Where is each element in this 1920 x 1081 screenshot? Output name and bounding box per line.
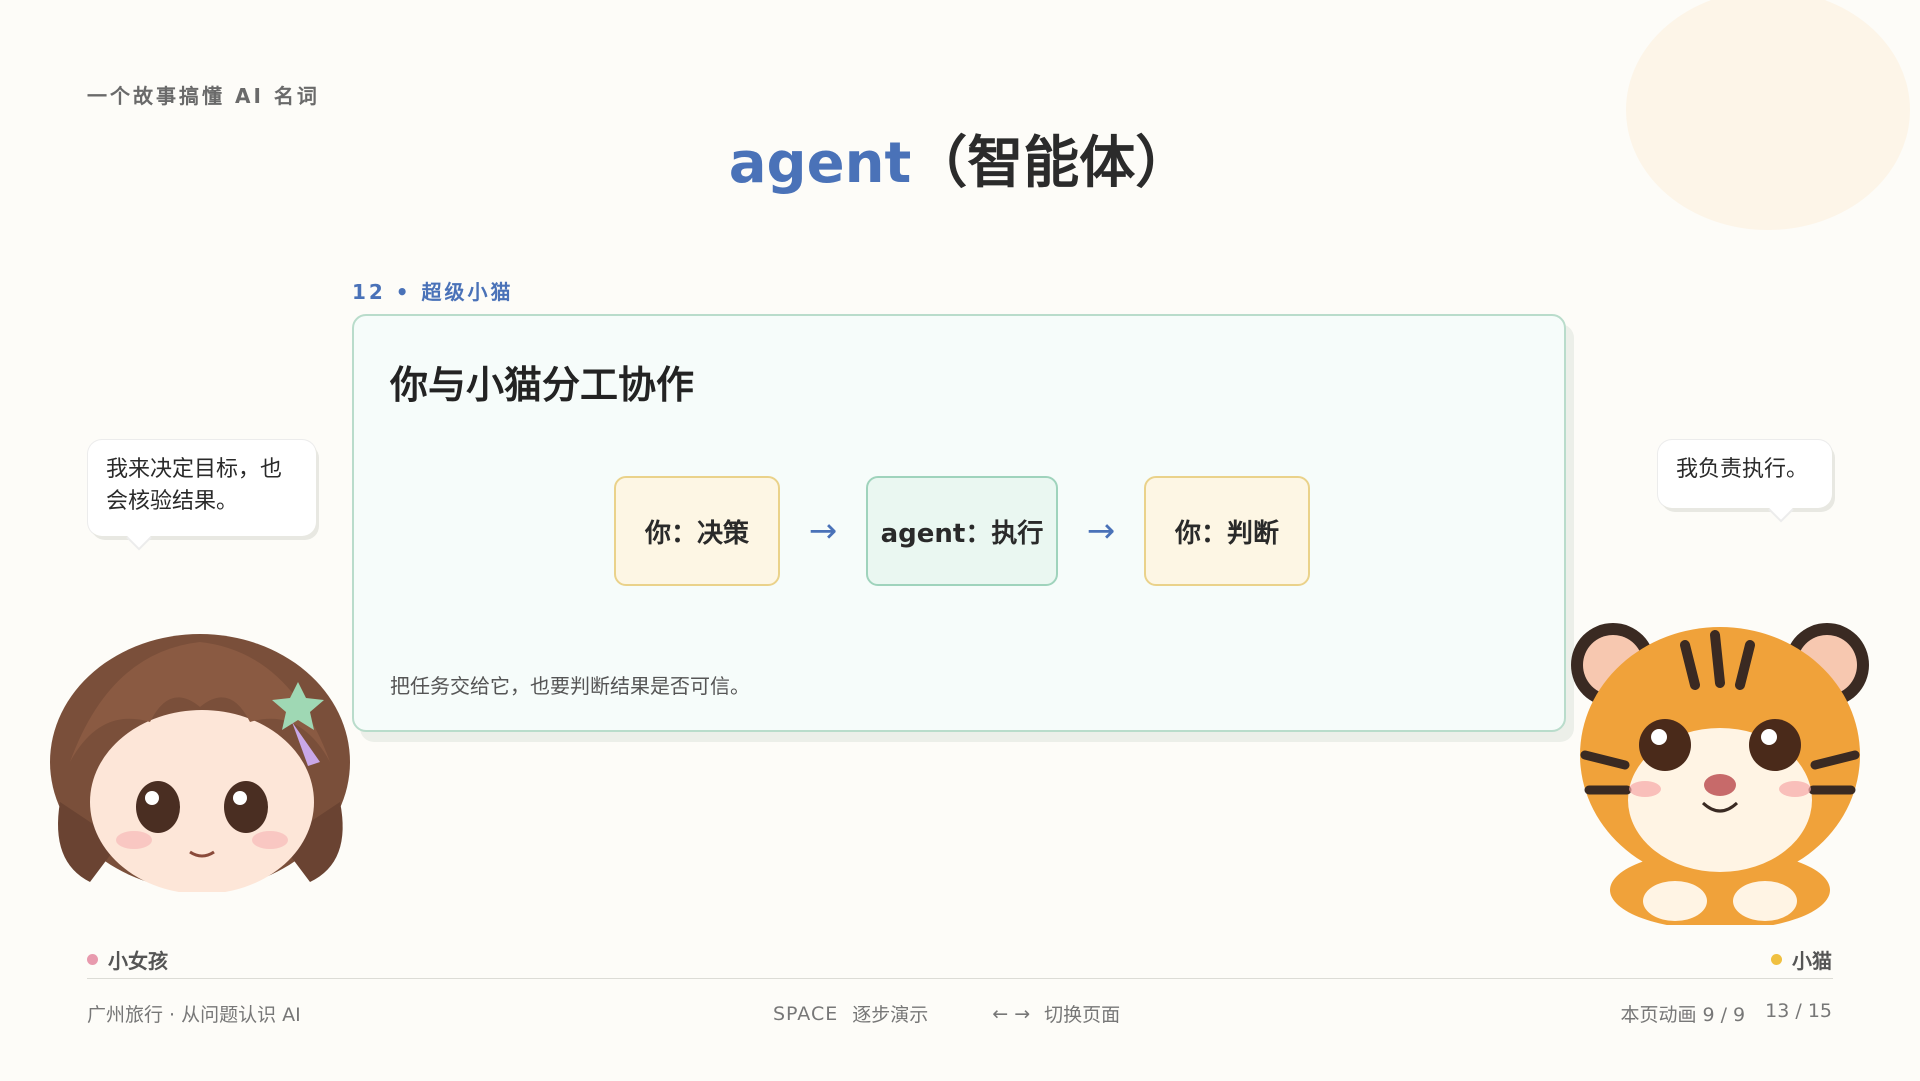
arrows-action-label: 切换页面 — [1044, 1004, 1121, 1026]
series-label: 一个故事搞懂 AI 名词 — [87, 84, 320, 108]
workflow-diagram: 你：决策 → agent：执行 → 你：判断 — [614, 476, 1310, 586]
arrow-right-icon: → — [808, 511, 838, 551]
step-you-decide: 你：决策 — [614, 476, 780, 586]
slide-title: agent（智能体） — [0, 118, 1920, 199]
title-english: agent — [728, 131, 912, 196]
footer-divider — [87, 978, 1833, 979]
tiger-avatar-icon — [1571, 623, 1869, 925]
card-note: 把任务交给它，也要判断结果是否可信。 — [390, 674, 750, 698]
arrow-right-icon: → — [1086, 511, 1116, 551]
section-label: 12 • 超级小猫 — [352, 280, 514, 304]
tiger-legend: 小猫 — [1771, 945, 1832, 974]
tiger-speech-bubble: 我负责执行。 — [1658, 440, 1832, 520]
card-title: 你与小猫分工协作 — [390, 363, 695, 407]
bubble-tail — [126, 522, 152, 548]
tiger-name: 小猫 — [1792, 949, 1832, 973]
animation-progress: 本页动画 9 / 9 — [1620, 1004, 1746, 1026]
tiger-speech-text: 我负责执行。 — [1676, 457, 1809, 482]
step-agent-execute: agent：执行 — [866, 476, 1058, 586]
space-key-hint[interactable]: SPACE — [773, 1003, 838, 1025]
content-card: 你与小猫分工协作 你：决策 → agent：执行 → 你：判断 把任务交给它，也… — [352, 314, 1566, 732]
slide: 一个故事搞懂 AI 名词 agent（智能体） 12 • 超级小猫 你与小猫分工… — [0, 0, 1920, 1081]
girl-speech-text: 我来决定目标，也会核验结果。 — [106, 457, 283, 514]
page-progress: 13 / 15 — [1765, 1000, 1832, 1022]
title-chinese: （智能体） — [911, 131, 1192, 196]
progress-indicators: 本页动画 9 / 9 13 / 15 — [1620, 1000, 1832, 1027]
girl-avatar-icon — [50, 634, 350, 892]
girl-speech-bubble: 我来决定目标，也会核验结果。 — [88, 440, 316, 548]
tiger-dot-icon — [1771, 954, 1782, 965]
arrow-keys-icon[interactable]: ← → — [992, 1003, 1030, 1025]
space-action-label: 逐步演示 — [852, 1004, 929, 1026]
girl-name: 小女孩 — [108, 949, 168, 973]
step-you-judge: 你：判断 — [1144, 476, 1310, 586]
deck-name: 广州旅行 · 从问题认识 AI — [87, 1004, 301, 1026]
keyboard-hints: SPACE 逐步演示 ← → 切换页面 — [773, 1000, 1120, 1027]
girl-legend: 小女孩 — [87, 945, 168, 974]
bubble-tail — [1768, 494, 1794, 520]
girl-dot-icon — [87, 954, 98, 965]
